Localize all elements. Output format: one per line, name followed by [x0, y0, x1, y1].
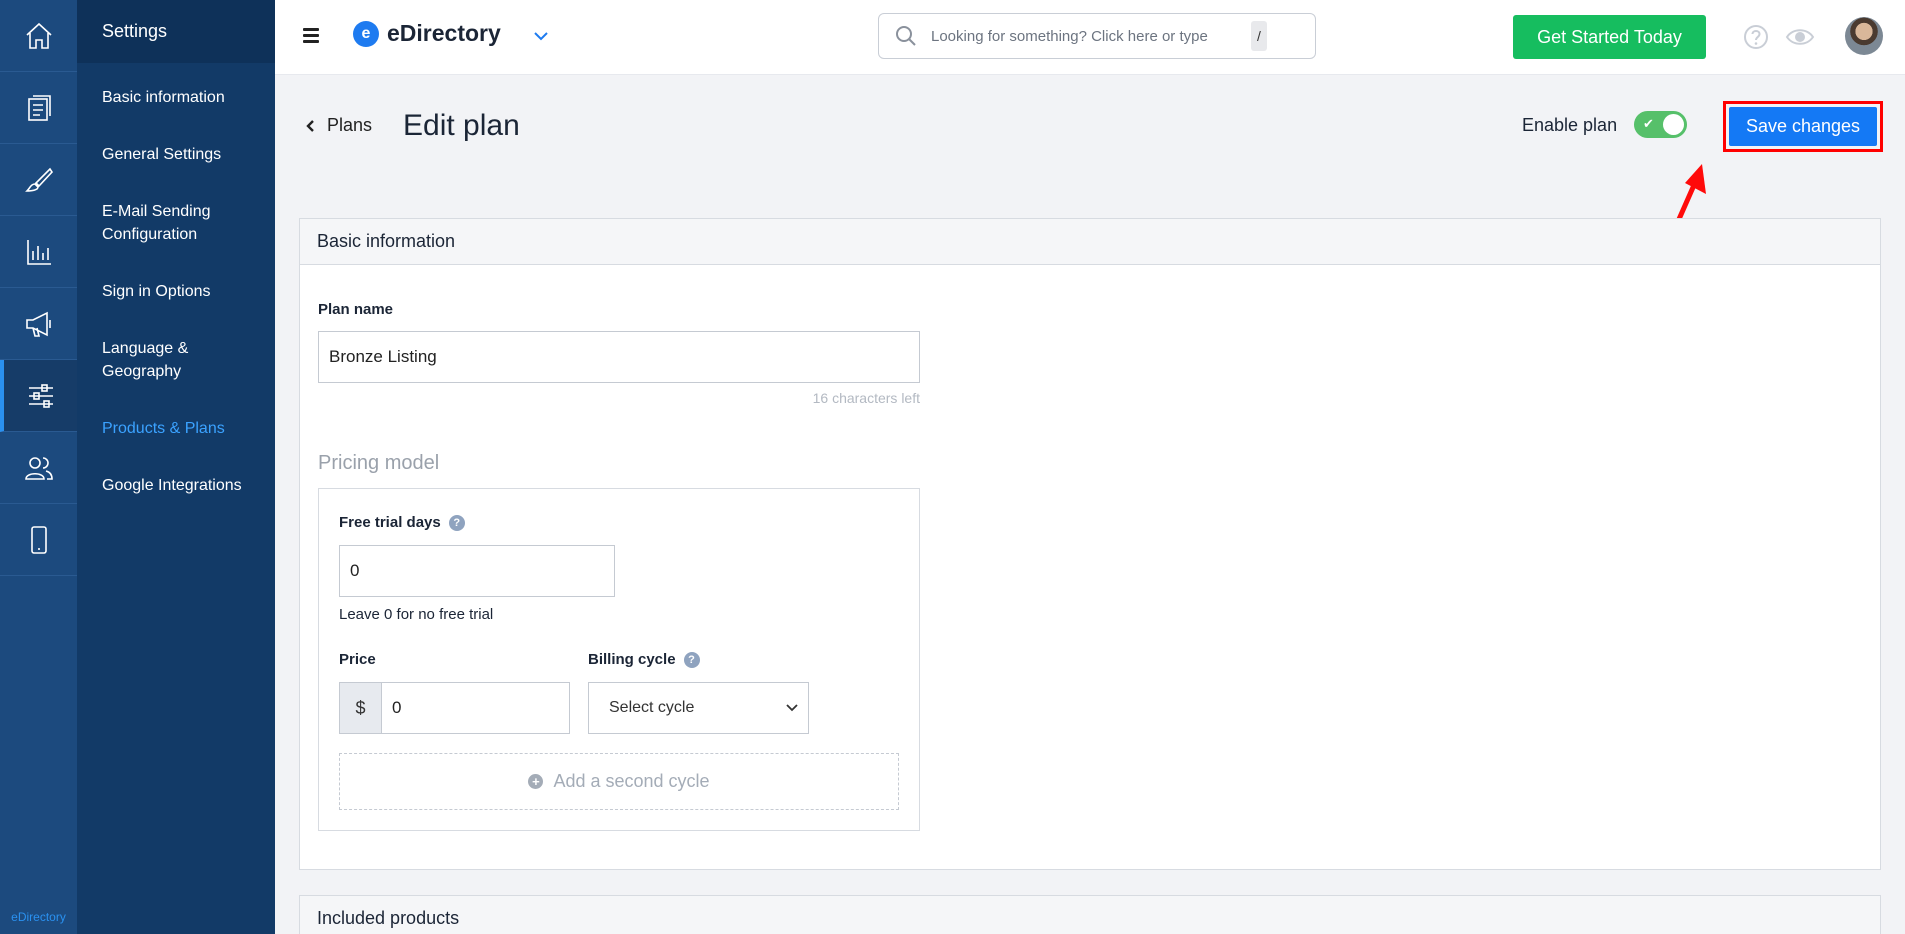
rail-item-home[interactable]	[0, 0, 77, 72]
plan-name-label: Plan name	[318, 301, 394, 318]
settings-sliders-icon	[28, 383, 53, 408]
add-second-cycle-button[interactable]: + Add a second cycle	[339, 753, 899, 810]
rail-item-mobile[interactable]	[0, 504, 77, 576]
free-trial-label: Free trial days?	[339, 514, 465, 531]
menu-item-google-integrations[interactable]: Google Integrations	[77, 474, 275, 497]
get-started-button[interactable]: Get Started Today	[1513, 15, 1706, 59]
users-icon	[24, 456, 53, 480]
top-bar: e eDirectory / Get Started Today	[275, 0, 1905, 75]
search-input[interactable]	[931, 27, 1251, 45]
free-trial-help-icon[interactable]: ?	[448, 515, 465, 531]
card-title: Basic information	[300, 219, 1880, 265]
settings-menu: Settings Basic information General Setti…	[77, 0, 275, 934]
menu-item-basic-information[interactable]: Basic information	[77, 86, 275, 109]
reports-icon	[26, 239, 51, 265]
back-to-plans-link[interactable]: Plans	[305, 115, 372, 136]
logo-badge-icon: e	[353, 20, 379, 47]
logo[interactable]: e eDirectory	[353, 20, 501, 47]
enable-plan-toggle[interactable]: ✔	[1634, 111, 1687, 138]
logo-text: eDirectory	[387, 20, 501, 46]
home-icon	[25, 22, 52, 49]
search-box[interactable]: /	[878, 13, 1316, 59]
chevron-down-icon	[786, 704, 798, 712]
free-trial-hint: Leave 0 for no free trial	[339, 606, 494, 623]
promote-icon	[25, 311, 51, 337]
billing-cycle-label: Billing cycle?	[588, 651, 700, 668]
price-label: Price	[339, 651, 376, 668]
content-icon	[27, 94, 51, 121]
brush-icon	[24, 167, 53, 192]
search-shortcut-key: /	[1251, 21, 1267, 51]
page-title: Edit plan	[403, 109, 520, 142]
check-icon: ✔	[1643, 116, 1654, 131]
rail-brand-text: eDirectory	[11, 910, 66, 924]
search-icon	[896, 26, 916, 46]
rail-item-promote[interactable]	[0, 288, 77, 360]
price-input[interactable]	[381, 682, 570, 734]
pricing-model-title: Pricing model	[318, 452, 440, 474]
rail-item-design[interactable]	[0, 144, 77, 216]
mobile-icon	[30, 525, 47, 554]
plus-circle-icon: +	[528, 774, 544, 789]
icon-rail: eDirectory	[0, 0, 77, 934]
save-highlight-box: Save changes	[1723, 101, 1883, 152]
menu-item-sign-in-options[interactable]: Sign in Options	[77, 280, 275, 303]
menu-item-email-sending[interactable]: E-Mail Sending Configuration	[77, 200, 275, 246]
chevron-left-icon	[306, 119, 314, 132]
chevron-down-icon[interactable]	[533, 30, 549, 42]
add-second-cycle-label: Add a second cycle	[553, 771, 710, 791]
plan-name-input[interactable]	[318, 331, 920, 383]
preview-eye-icon[interactable]	[1785, 24, 1815, 50]
billing-cycle-select[interactable]: Select cycle	[588, 682, 809, 734]
pricing-model-box: Free trial days? Leave 0 for no free tri…	[318, 488, 920, 831]
menu-item-language-geography[interactable]: Language & Geography	[77, 337, 275, 383]
characters-left-hint: 16 characters left	[812, 390, 920, 406]
billing-cycle-help-icon[interactable]: ?	[683, 652, 700, 668]
basic-information-card: Basic information Plan name 16 character…	[299, 218, 1881, 870]
rail-item-reports[interactable]	[0, 216, 77, 288]
included-products-title: Included products	[317, 908, 460, 928]
billing-cycle-selected: Select cycle	[609, 699, 695, 716]
menu-item-general-settings[interactable]: General Settings	[77, 143, 275, 166]
menu-title: Settings	[77, 0, 275, 63]
menu-item-products-plans[interactable]: Products & Plans	[77, 417, 275, 440]
currency-prefix: $	[339, 682, 381, 734]
rail-item-settings[interactable]	[0, 360, 77, 432]
hamburger-menu-icon[interactable]	[303, 28, 319, 43]
avatar[interactable]	[1845, 17, 1883, 55]
included-products-card: Included products	[299, 895, 1881, 934]
rail-item-content[interactable]	[0, 72, 77, 144]
save-changes-button[interactable]: Save changes	[1729, 107, 1877, 146]
back-label: Plans	[327, 115, 373, 135]
enable-plan-label: Enable plan	[1522, 115, 1618, 135]
help-icon[interactable]	[1743, 24, 1769, 50]
free-trial-days-input[interactable]	[339, 545, 615, 597]
rail-item-users[interactable]	[0, 432, 77, 504]
